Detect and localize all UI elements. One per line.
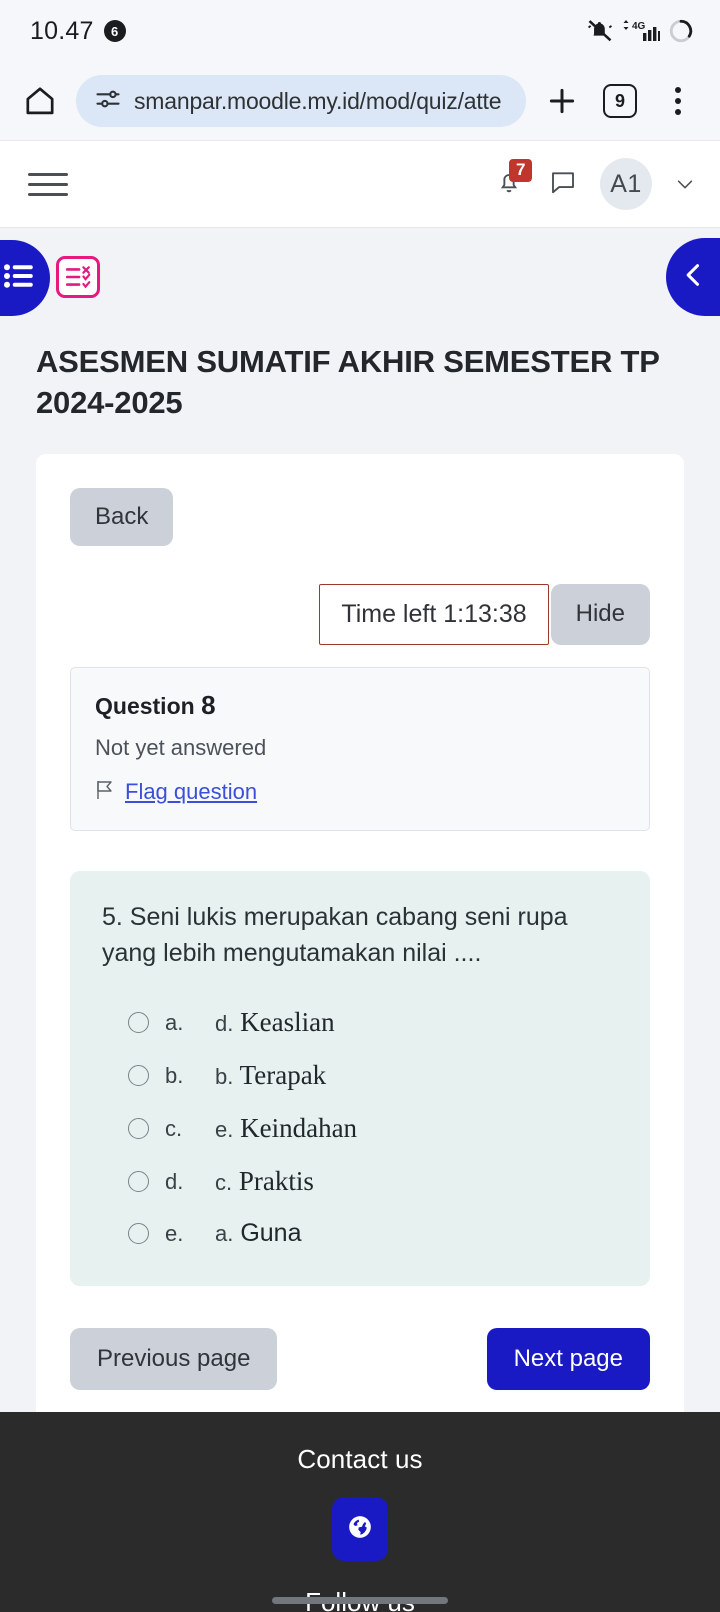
notification-count-badge: 6 bbox=[103, 20, 126, 42]
tab-switcher-button[interactable]: 9 bbox=[598, 79, 642, 123]
list-icon bbox=[4, 263, 34, 294]
main-content: Back Time left 1:13:38 Hide Question 8 N… bbox=[0, 424, 720, 1412]
avatar[interactable]: A1 bbox=[600, 158, 652, 210]
answer-key: c. bbox=[165, 1115, 183, 1141]
answer-option[interactable]: d. c. Praktis bbox=[128, 1166, 620, 1197]
navbar-actions: 7 A1 bbox=[494, 158, 696, 210]
answer-body-text: Keindahan bbox=[240, 1113, 358, 1144]
svg-text:4G: 4G bbox=[632, 21, 646, 32]
quiz-checklist-icon bbox=[56, 256, 100, 298]
tune-icon[interactable] bbox=[94, 85, 122, 118]
answer-key: a. bbox=[165, 1009, 184, 1035]
url-text[interactable]: smanpar.moodle.my.id/mod/quiz/atte bbox=[134, 88, 501, 115]
question-state: Not yet answered bbox=[95, 734, 267, 760]
signal-4g-icon: 4G bbox=[621, 17, 661, 45]
answer-body-text: Keaslian bbox=[240, 1007, 335, 1038]
drawer-toggle-strip bbox=[0, 228, 720, 332]
moodle-navbar: 7 A1 bbox=[0, 140, 720, 228]
site-footer: Contact us Follow us bbox=[0, 1412, 720, 1612]
flag-question-link[interactable]: Flag question bbox=[125, 779, 257, 805]
battery-icon bbox=[668, 18, 694, 44]
quiz-timer: Time left 1:13:38 bbox=[319, 583, 549, 645]
contact-us-heading: Contact us bbox=[297, 1444, 423, 1474]
quiz-timer-row: Time left 1:13:38 Hide bbox=[70, 583, 650, 645]
answer-radio[interactable] bbox=[128, 1171, 149, 1193]
status-bar-clock: 10.47 bbox=[30, 16, 94, 45]
answer-inner-label: c. bbox=[215, 1170, 233, 1196]
answer-text: b. Terapak bbox=[215, 1060, 326, 1091]
next-page-button[interactable]: Next page bbox=[486, 1328, 650, 1391]
kebab-menu-icon[interactable] bbox=[656, 79, 700, 123]
answer-key: b. bbox=[165, 1062, 184, 1088]
answer-radio[interactable] bbox=[128, 1223, 149, 1245]
open-course-index-drawer-button[interactable] bbox=[0, 240, 50, 316]
phone-screen: 10.47 6 4G smanpar.moodle.my.id/mod/quiz… bbox=[0, 0, 720, 1612]
browser-toolbar: smanpar.moodle.my.id/mod/quiz/atte 9 bbox=[0, 62, 720, 140]
page-navigation: Previous page Next page bbox=[70, 1328, 650, 1391]
answer-inner-label: d. bbox=[215, 1011, 234, 1037]
question-heading: Question 8 bbox=[95, 690, 625, 721]
flag-question-row[interactable]: Flag question bbox=[95, 779, 625, 806]
answer-body-text: Terapak bbox=[239, 1060, 327, 1091]
answer-option[interactable]: c. e. Keindahan bbox=[128, 1113, 620, 1144]
answer-radio[interactable] bbox=[128, 1118, 149, 1140]
close-block-drawer-button[interactable] bbox=[666, 238, 720, 316]
answer-text: d. Keaslian bbox=[215, 1007, 335, 1038]
back-button[interactable]: Back bbox=[70, 487, 174, 546]
tab-count[interactable]: 9 bbox=[603, 84, 637, 118]
bell-muted-icon bbox=[586, 17, 614, 45]
question-info-box: Question 8 Not yet answered Flag questio… bbox=[70, 666, 650, 831]
answer-text: c. Praktis bbox=[215, 1166, 314, 1197]
question-heading-label: Question bbox=[95, 692, 195, 719]
question-number: 8 bbox=[201, 689, 216, 720]
url-bar[interactable]: smanpar.moodle.my.id/mod/quiz/atte bbox=[76, 75, 526, 127]
answer-key: d. bbox=[165, 1168, 184, 1194]
notification-badge: 7 bbox=[509, 159, 533, 182]
chevron-down-icon[interactable] bbox=[674, 173, 696, 195]
globe-icon bbox=[347, 1514, 373, 1545]
answer-inner-label: e. bbox=[215, 1117, 234, 1143]
flag-icon bbox=[95, 779, 115, 806]
question-body: 5. Seni lukis merupakan cabang seni rupa… bbox=[70, 870, 650, 1287]
page-title: ASESMEN SUMATIF AKHIR SEMESTER TP 2024-2… bbox=[36, 344, 660, 420]
messages-button[interactable] bbox=[548, 167, 578, 202]
previous-page-button[interactable]: Previous page bbox=[70, 1328, 278, 1391]
answer-option[interactable]: b. b. Terapak bbox=[128, 1060, 620, 1091]
answer-option[interactable]: a. d. Keaslian bbox=[128, 1007, 620, 1038]
answer-inner-label: a. bbox=[215, 1221, 234, 1247]
answer-inner-label: b. bbox=[215, 1064, 234, 1090]
answer-key: e. bbox=[165, 1220, 184, 1246]
answer-option[interactable]: e. a. Guna bbox=[128, 1219, 620, 1248]
hide-timer-button[interactable]: Hide bbox=[550, 583, 650, 645]
hamburger-icon[interactable] bbox=[28, 167, 68, 202]
status-bar-left: 10.47 6 bbox=[30, 17, 126, 46]
plus-icon[interactable] bbox=[540, 79, 584, 123]
gesture-navigation-bar bbox=[272, 1597, 448, 1604]
home-icon[interactable] bbox=[18, 79, 62, 123]
website-link-button[interactable] bbox=[332, 1497, 388, 1561]
android-status-bar: 10.47 6 4G bbox=[0, 0, 720, 62]
answer-body-text: Guna bbox=[240, 1219, 302, 1248]
answer-body-text: Praktis bbox=[238, 1166, 314, 1197]
answer-radio[interactable] bbox=[128, 1065, 149, 1087]
answer-radio[interactable] bbox=[128, 1012, 149, 1034]
quiz-attempt-card: Back Time left 1:13:38 Hide Question 8 N… bbox=[36, 453, 684, 1412]
answer-options: a. d. Keaslian b. b. Terapak c. e. Keindahan d… bbox=[100, 1007, 620, 1248]
chevron-left-icon bbox=[680, 261, 708, 294]
question-text: 5. Seni lukis merupakan cabang seni rupa… bbox=[102, 902, 568, 968]
answer-text: e. Keindahan bbox=[215, 1113, 357, 1144]
notifications-button[interactable]: 7 bbox=[494, 159, 533, 203]
status-bar-right: 4G bbox=[586, 17, 694, 45]
answer-text: a. Guna bbox=[215, 1219, 301, 1248]
